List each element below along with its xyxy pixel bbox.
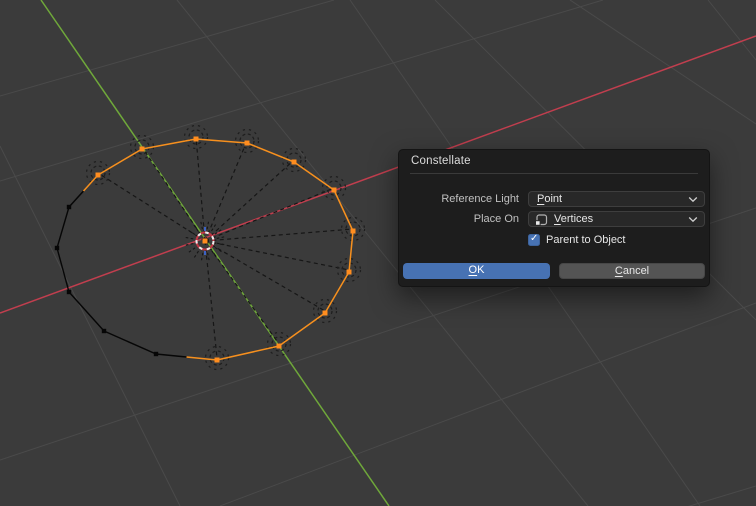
dialog-title: Constellate <box>411 155 471 167</box>
blender-window: Constellate Reference Light Point Place … <box>0 0 756 506</box>
reference-light-value: Point <box>537 193 563 205</box>
vertices-icon <box>535 213 548 226</box>
ok-button-label: OK <box>468 264 485 276</box>
cancel-button[interactable]: Cancel <box>559 263 705 279</box>
check-icon: ✓ <box>530 233 539 244</box>
place-on-label: Place On <box>473 213 519 225</box>
parent-to-object-checkbox[interactable]: ✓ <box>528 233 540 246</box>
reference-light-label: Reference Light <box>441 193 519 205</box>
reference-light-select[interactable]: Point <box>528 191 705 207</box>
cancel-button-label: Cancel <box>614 265 650 277</box>
parent-to-object-label: Parent to Object <box>546 234 626 246</box>
place-on-select[interactable]: Vertices <box>528 211 705 227</box>
divider <box>410 173 698 174</box>
ok-button[interactable]: OK <box>403 263 550 279</box>
chevron-down-icon <box>688 196 698 202</box>
constellate-dialog: Constellate Reference Light Point Place … <box>398 149 710 287</box>
chevron-down-icon <box>688 216 698 222</box>
place-on-value: Vertices <box>554 213 594 225</box>
